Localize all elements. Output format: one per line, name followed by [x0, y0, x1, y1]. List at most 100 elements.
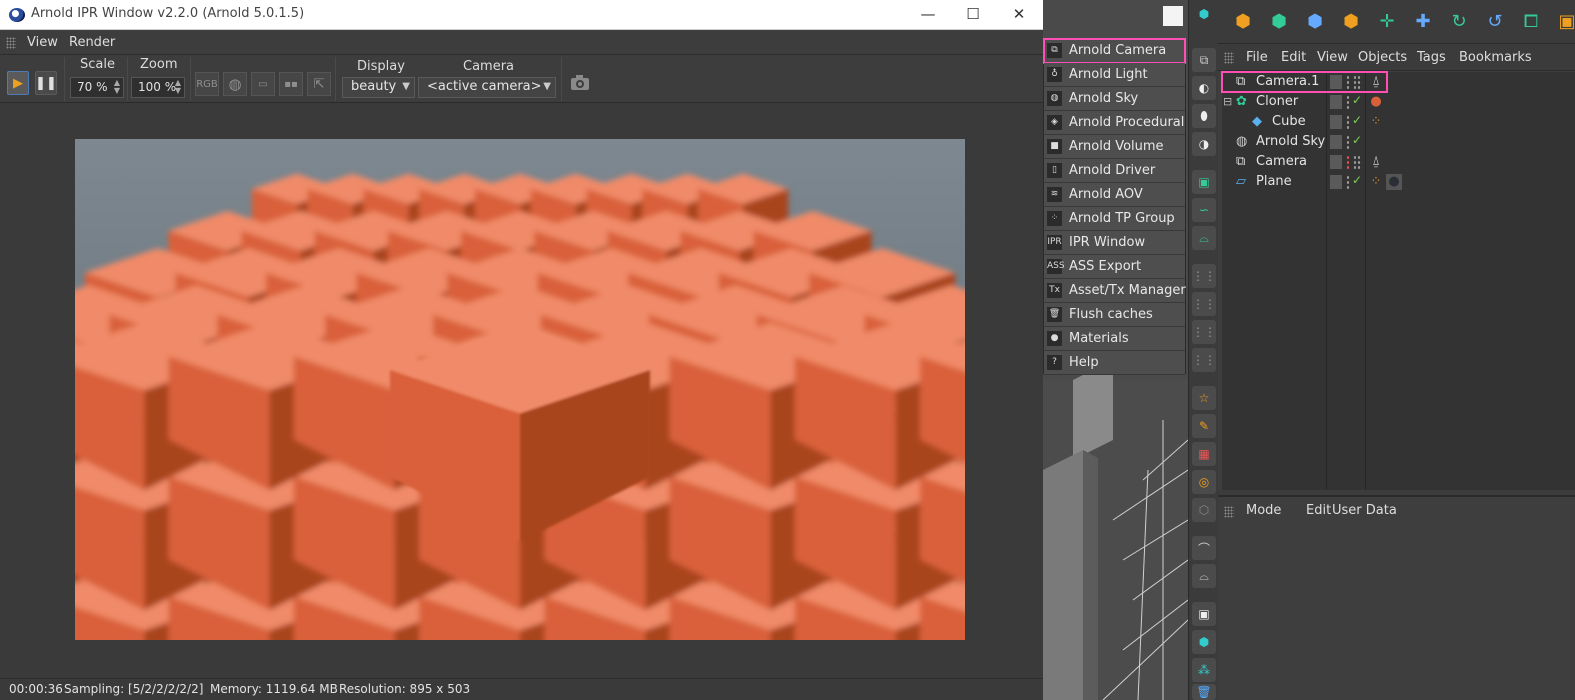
tool-button[interactable]: ∽ [1192, 198, 1216, 222]
arnold-menu-item[interactable]: ♁ Arnold Light [1044, 63, 1185, 87]
scale-field[interactable]: 70 % ▲ ▼ [70, 77, 124, 98]
tool-button[interactable]: ⬡ [1192, 498, 1216, 522]
maximize-button[interactable]: ☐ [963, 4, 983, 24]
pause-button[interactable]: ❚❚ [35, 71, 57, 95]
layer-toggle-icon[interactable] [1330, 75, 1342, 89]
object-row[interactable]: ⧉ Camera ⍙ [1222, 152, 1575, 172]
om-menu-edit[interactable]: Edit [1281, 50, 1306, 65]
expand-toggle-icon[interactable]: ⊟ [1223, 95, 1232, 108]
layer-toggle-icon[interactable] [1330, 155, 1342, 169]
object-row[interactable]: ⊟ ✿ Cloner ✓ ● [1222, 92, 1575, 112]
tool-button[interactable]: ✎ [1192, 414, 1216, 438]
snapshot-button[interactable] [569, 72, 591, 94]
om-menu-bookmarks[interactable]: Bookmarks [1459, 50, 1532, 65]
object-row[interactable]: ⧉ Camera.1 ⍙ [1221, 71, 1388, 93]
object-row[interactable]: ▱ Plane ✓ ⁘ ● [1222, 172, 1575, 192]
visibility-dots-icon[interactable] [1346, 135, 1350, 149]
checker-icon[interactable] [1353, 75, 1362, 89]
tool-button[interactable]: ⧉ [1192, 48, 1216, 72]
visibility-dots-icon[interactable] [1346, 155, 1350, 169]
arnold-menu-item[interactable]: ■ Arnold Volume [1044, 135, 1185, 159]
arnold-menu-item[interactable]: Tx Asset/Tx Manager [1044, 279, 1186, 303]
menu-view[interactable]: View [27, 35, 58, 50]
green-cube-button[interactable]: ⬢ [1264, 6, 1294, 36]
sphere-dark-tag-icon[interactable]: ● [1386, 174, 1402, 190]
frame-tool-button[interactable]: ⧠ [1516, 6, 1546, 36]
visibility-dots-icon[interactable] [1346, 115, 1350, 129]
region-button[interactable]: ▭ [251, 72, 275, 96]
zoom-field[interactable]: 100 % ▲ ▼ [131, 77, 185, 98]
minimize-button[interactable]: — [918, 4, 938, 24]
cone-tag-icon[interactable]: ⍙ [1368, 74, 1384, 90]
tool-button[interactable]: ▦ [1192, 442, 1216, 466]
object-name[interactable]: Cloner [1256, 94, 1298, 109]
rotate-tool-button[interactable]: ↻ [1444, 6, 1474, 36]
cone-tag-icon[interactable]: ⍙ [1368, 154, 1384, 170]
visibility-dots-icon[interactable] [1346, 75, 1350, 89]
close-button[interactable]: ✕ [1009, 4, 1029, 24]
compare-button[interactable]: ▪▪ [279, 72, 303, 96]
visibility-dots-icon[interactable] [1346, 175, 1350, 189]
tool-button[interactable]: ▣ [1192, 170, 1216, 194]
tool-button[interactable]: ⋮⋮ [1192, 348, 1216, 372]
tool-button[interactable]: ⌒ [1192, 536, 1216, 560]
object-name[interactable]: Cube [1272, 114, 1306, 129]
extra-tool-button[interactable]: ▣ [1552, 6, 1575, 36]
balls-tag-icon[interactable]: ⁘ [1368, 174, 1384, 190]
enabled-check-icon[interactable]: ✓ [1352, 113, 1362, 127]
arnold-menu-item[interactable]: ? Help [1044, 351, 1185, 375]
object-name[interactable]: Plane [1256, 174, 1292, 189]
spinner-arrows-icon[interactable]: ▲ ▼ [114, 79, 120, 95]
tool-button[interactable]: ◎ [1192, 470, 1216, 494]
object-row[interactable]: ◆ Cube ✓ ⁘ [1222, 112, 1575, 132]
enabled-check-icon[interactable]: ✓ [1352, 133, 1362, 147]
tool-button[interactable]: ⁂ [1192, 658, 1216, 682]
rotate2-tool-button[interactable]: ↺ [1480, 6, 1510, 36]
visibility-dots-icon[interactable] [1346, 95, 1350, 109]
arnold-menu-item[interactable]: ● Materials [1044, 327, 1185, 351]
object-name[interactable]: Camera [1256, 154, 1307, 169]
tool-button[interactable]: ▣ [1192, 602, 1216, 626]
layer-toggle-icon[interactable] [1330, 95, 1342, 109]
tool-button[interactable]: 🗑 [1192, 684, 1216, 700]
tool-button[interactable]: ⌓ [1192, 564, 1216, 588]
arnold-menu-item[interactable]: ◍ Arnold Sky [1044, 87, 1185, 111]
tool-button[interactable]: ⋮⋮ [1192, 320, 1216, 344]
arnold-menu-item[interactable]: ≋ Arnold AOV [1044, 183, 1185, 207]
enabled-check-icon[interactable]: ✓ [1352, 93, 1362, 107]
attr-menu-mode[interactable]: Mode [1246, 503, 1281, 518]
move-tool-button[interactable]: ✛ [1372, 6, 1402, 36]
menu-render[interactable]: Render [69, 35, 115, 50]
arnold-menu-item[interactable]: ⧉ Arnold Camera [1043, 38, 1186, 64]
object-row[interactable]: ◍ Arnold Sky ✓ [1222, 132, 1575, 152]
tool-button[interactable]: ⋮⋮ [1192, 264, 1216, 288]
orange-cube-button[interactable]: ⬢ [1336, 6, 1366, 36]
sphere-orange-tag-icon[interactable]: ● [1368, 94, 1384, 110]
object-name[interactable]: Arnold Sky [1256, 134, 1325, 149]
arnold-menu-item[interactable]: ⁘ Arnold TP Group [1044, 207, 1185, 231]
tool-button[interactable]: ⬢ [1192, 630, 1216, 654]
om-menu-tags[interactable]: Tags [1417, 50, 1446, 65]
enabled-check-icon[interactable]: ✓ [1352, 173, 1362, 187]
layer-toggle-icon[interactable] [1330, 135, 1342, 149]
cube-primitive-button[interactable]: ⬢ [1228, 6, 1258, 36]
tool-button[interactable]: ☆ [1192, 386, 1216, 410]
spinner-arrows-icon[interactable]: ▲ ▼ [175, 79, 181, 95]
arnold-menu-item[interactable]: 🗑 Flush caches [1044, 303, 1185, 327]
checker-icon[interactable] [1353, 155, 1362, 169]
layer-toggle-icon[interactable] [1330, 175, 1342, 189]
blue-cube-button[interactable]: ⬢ [1300, 6, 1330, 36]
arnold-menu-item[interactable]: ▯ Arnold Driver [1044, 159, 1185, 183]
balls-tag-icon[interactable]: ⁘ [1368, 114, 1384, 130]
export-button[interactable]: ⇱ [307, 72, 331, 96]
attr-menu-user-data[interactable]: User Data [1332, 503, 1397, 518]
tool-button[interactable]: ◑ [1192, 132, 1216, 156]
globe-button[interactable]: ◍ [223, 72, 247, 96]
arnold-menu-item[interactable]: ◈ Arnold Procedural [1044, 111, 1185, 135]
scale-tool-button[interactable]: ✚ [1408, 6, 1438, 36]
tool-button[interactable]: ⋮⋮ [1192, 292, 1216, 316]
play-button[interactable]: ▶ [7, 71, 29, 95]
tool-button[interactable]: ⌓ [1192, 226, 1216, 250]
arnold-menu-item[interactable]: IPR IPR Window [1044, 231, 1185, 255]
rgb-button[interactable]: RGB [195, 72, 219, 96]
